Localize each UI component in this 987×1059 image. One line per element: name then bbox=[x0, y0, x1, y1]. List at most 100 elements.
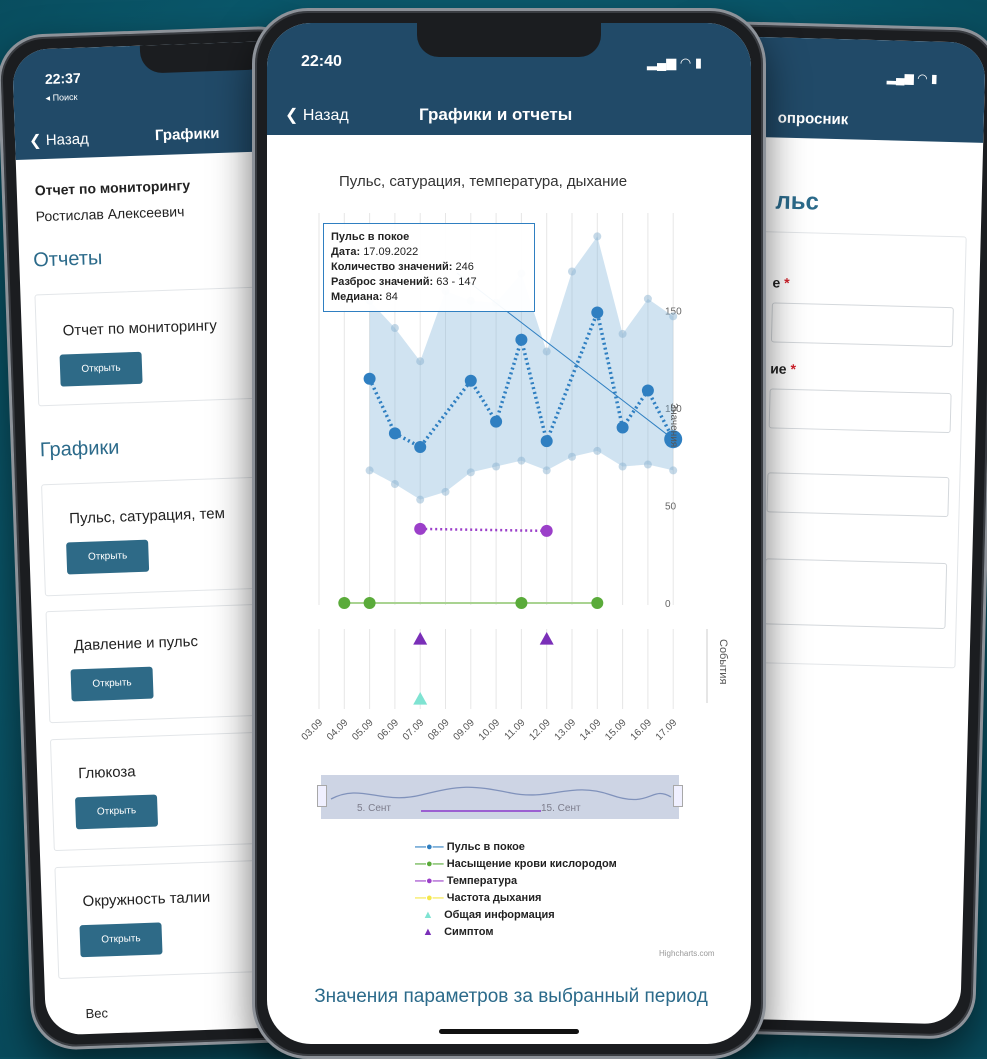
section-title: Значения параметров за выбранный период bbox=[314, 986, 708, 1007]
range-min-point bbox=[568, 452, 576, 461]
range-max-point bbox=[568, 267, 576, 276]
range-min-point bbox=[466, 468, 475, 477]
range-min-point bbox=[542, 466, 551, 475]
range-min-point bbox=[593, 446, 602, 455]
pulse-point bbox=[490, 415, 503, 428]
center-phone: 22:40 ▂▄▆ ◠ ▮ ❮ Назад Графики и отчеты П… bbox=[252, 8, 766, 1059]
navigator-handle-right[interactable] bbox=[673, 785, 683, 807]
field4-textarea[interactable] bbox=[763, 558, 948, 630]
x-tick-label: 11.09 bbox=[503, 717, 528, 742]
left-back-app[interactable]: ◂ Поиск bbox=[45, 92, 77, 104]
navigator-start-label: 5. Сент bbox=[357, 803, 392, 814]
required-mark: * bbox=[783, 274, 790, 291]
left-report-title: Отчет по мониторингу Ростислав Алексееви… bbox=[34, 172, 191, 229]
navigator-end-label: 15. Сент bbox=[541, 803, 581, 814]
open-button[interactable]: Открыть bbox=[74, 794, 159, 830]
range-min-point bbox=[441, 487, 450, 496]
wifi-icon: ◠ bbox=[916, 71, 928, 86]
temperature-line bbox=[420, 527, 547, 533]
tooltip-date-value: 17.09.2022 bbox=[363, 246, 419, 258]
legend-item-pulse[interactable]: —●— Пульс в покое bbox=[415, 841, 525, 853]
legend-item-saturation[interactable]: —●— Насыщение крови кислородом bbox=[415, 858, 617, 870]
x-tick-label: 06.09 bbox=[376, 717, 402, 743]
range-max-point bbox=[593, 232, 602, 241]
section-reports-heading: Отчеты bbox=[32, 247, 103, 272]
legend-marker-circle-icon: —●— bbox=[415, 875, 444, 887]
field3-input[interactable] bbox=[766, 472, 950, 518]
symptom-marker bbox=[413, 632, 428, 645]
chart-credits[interactable]: Highcharts.com bbox=[659, 949, 715, 958]
legend-marker-triangle-icon: ▲ bbox=[422, 926, 434, 938]
field2-input[interactable] bbox=[768, 388, 952, 434]
saturation-point bbox=[515, 597, 528, 609]
field1-input[interactable] bbox=[770, 302, 954, 348]
card-title: Пульс, сатурация, тем bbox=[68, 504, 226, 528]
right-nav-title: опросник bbox=[777, 109, 849, 129]
legend-label: Пульс в покое bbox=[446, 841, 525, 853]
tooltip-range-value: 63 - 147 bbox=[436, 276, 477, 288]
tooltip-median-value: 84 bbox=[385, 291, 398, 303]
field1-label-text: е bbox=[772, 274, 781, 291]
range-max-point bbox=[416, 357, 425, 366]
tooltip-range: Разброс значений: 63 - 147 bbox=[331, 275, 527, 290]
chart-navigator[interactable]: 5. Сент 15. Сент bbox=[317, 775, 683, 819]
pulse-point bbox=[464, 374, 477, 387]
required-mark: * bbox=[790, 360, 797, 378]
pulse-point bbox=[515, 333, 528, 346]
navigator-handle-left[interactable] bbox=[317, 785, 327, 807]
card-title: Давление и пульс bbox=[73, 632, 199, 655]
range-max-point bbox=[390, 324, 399, 333]
center-phone-screen: 22:40 ▂▄▆ ◠ ▮ ❮ Назад Графики и отчеты П… bbox=[267, 23, 751, 1044]
range-max-point bbox=[542, 347, 551, 356]
card-title: Глюкоза bbox=[77, 763, 136, 783]
legend-item-general[interactable]: ▲ Общая информация bbox=[415, 909, 555, 921]
open-button[interactable]: Открыть bbox=[70, 666, 154, 702]
legend-marker-circle-icon: —●— bbox=[415, 858, 444, 870]
x-tick-label: 13.09 bbox=[553, 717, 579, 743]
tooltip-date-label: Дата: bbox=[331, 246, 361, 258]
open-button[interactable]: Открыть bbox=[79, 922, 163, 958]
general-info-marker bbox=[413, 692, 428, 705]
right-heading: льс bbox=[775, 187, 820, 216]
saturation-point bbox=[363, 597, 376, 609]
x-tick-label: 07.09 bbox=[401, 717, 427, 743]
battery-icon: ▮ bbox=[930, 71, 938, 86]
section-graphs-heading: Графики bbox=[39, 436, 120, 462]
home-indicator bbox=[439, 1029, 579, 1034]
x-tick-label: 15.09 bbox=[603, 717, 629, 743]
left-nav-back-label: Назад bbox=[45, 130, 90, 149]
left-nav-back[interactable]: ❮ Назад bbox=[29, 129, 89, 149]
tooltip-title: Пульс в покое bbox=[331, 231, 410, 243]
pulse-point bbox=[363, 372, 376, 385]
tooltip-count-label: Количество значений: bbox=[331, 261, 453, 273]
pulse-point bbox=[591, 306, 604, 319]
legend-item-resp-rate[interactable]: —●— Частота дыхания bbox=[415, 892, 541, 904]
x-tick-label: 08.09 bbox=[426, 717, 452, 743]
chart-tooltip: Пульс в покое Дата: 17.09.2022 Количеств… bbox=[323, 223, 535, 312]
legend-label: Частота дыхания bbox=[446, 892, 542, 904]
legend-item-symptom[interactable]: ▲ Симптом bbox=[415, 926, 494, 938]
left-card-5-title: Вес bbox=[85, 1005, 109, 1022]
field2-label: ие * bbox=[770, 360, 796, 377]
x-tick-label: 04.09 bbox=[325, 717, 351, 743]
saturation-point bbox=[338, 597, 351, 609]
card-title: Окружность талии bbox=[82, 888, 211, 911]
y-tick-label: 50 bbox=[665, 502, 677, 513]
y-axis-label: Значения bbox=[668, 403, 679, 448]
tooltip-count-value: 246 bbox=[455, 261, 474, 273]
pulse-point bbox=[616, 421, 629, 434]
tooltip-median: Медиана: 84 bbox=[331, 290, 527, 305]
range-min-point bbox=[365, 466, 374, 475]
x-tick-label: 12.09 bbox=[527, 717, 553, 743]
range-min-point bbox=[618, 462, 627, 471]
open-button[interactable]: Открыть bbox=[66, 539, 150, 575]
x-tick-label: 16.09 bbox=[629, 717, 655, 743]
tooltip-range-label: Разброс значений: bbox=[331, 276, 434, 288]
legend-item-temperature[interactable]: —●— Температура bbox=[415, 875, 517, 887]
open-button[interactable]: Открыть bbox=[59, 351, 143, 387]
chevron-left-icon: ❮ bbox=[28, 132, 42, 150]
x-tick-label: 09.09 bbox=[451, 717, 477, 743]
pulse-point bbox=[388, 427, 401, 440]
x-tick-label: 05.09 bbox=[350, 717, 376, 743]
pulse-point bbox=[540, 435, 553, 448]
